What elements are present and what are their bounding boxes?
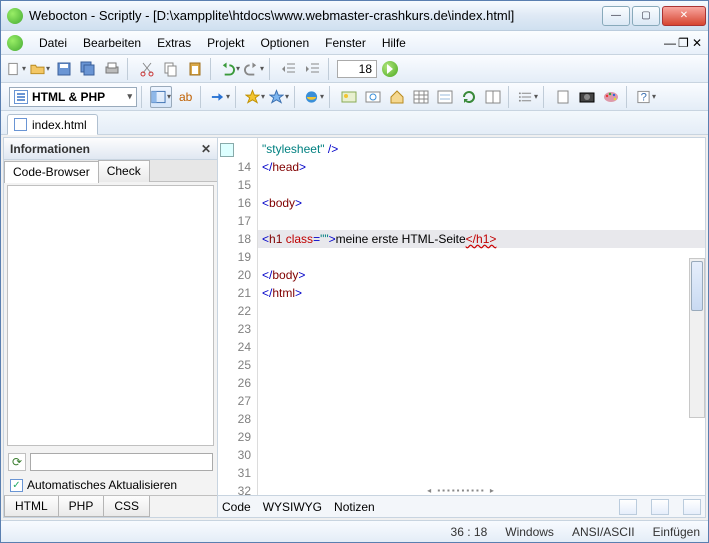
- paste-button[interactable]: [184, 58, 206, 80]
- side-tabs: Code-Browser Check: [4, 160, 217, 182]
- language-selector[interactable]: HTML & PHP ▾: [9, 87, 137, 107]
- minimize-button[interactable]: —: [602, 6, 630, 26]
- goto-line-input[interactable]: [337, 60, 377, 78]
- tag-list-button[interactable]: ab: [174, 86, 196, 108]
- insert-image-button[interactable]: [338, 86, 360, 108]
- menu-optionen[interactable]: Optionen: [252, 34, 317, 52]
- filter-combo[interactable]: [30, 453, 213, 471]
- status-insert-mode: Einfügen: [653, 525, 700, 539]
- refresh-tree-button[interactable]: ⟳: [8, 453, 26, 471]
- run-button[interactable]: [379, 58, 401, 80]
- bookmark-button[interactable]: [268, 86, 290, 108]
- mdi-restore-button[interactable]: ❐: [674, 36, 688, 50]
- save-all-button[interactable]: [77, 58, 99, 80]
- menu-extras[interactable]: Extras: [149, 34, 199, 52]
- lang-tab-css[interactable]: CSS: [103, 496, 150, 517]
- list-button[interactable]: [517, 86, 539, 108]
- workspace: Informationen ✕ Code-Browser Check ⟳ ✓ A…: [3, 137, 706, 518]
- scrollbar-thumb[interactable]: [691, 261, 703, 311]
- menu-datei[interactable]: Datei: [31, 34, 75, 52]
- browser-preview-arrow[interactable]: [209, 86, 231, 108]
- auto-update-checkbox[interactable]: ✓: [10, 479, 23, 492]
- side-panel-title: Informationen: [10, 142, 90, 156]
- vertical-scrollbar[interactable]: [689, 258, 705, 418]
- panel-toggle-button[interactable]: [150, 86, 172, 108]
- file-tabstrip: index.html: [1, 111, 708, 135]
- home-button[interactable]: [386, 86, 408, 108]
- split-view-1-button[interactable]: [619, 499, 637, 515]
- play-icon: [382, 61, 398, 77]
- close-button[interactable]: ✕: [662, 6, 706, 26]
- editor-pane: 14151617181920212223242526272829303132 "…: [218, 138, 705, 517]
- favorites-button[interactable]: [244, 86, 266, 108]
- screenshot-button[interactable]: [576, 86, 598, 108]
- new-file-button[interactable]: [5, 58, 27, 80]
- insert-link-button[interactable]: [362, 86, 384, 108]
- view-tab-code[interactable]: Code: [222, 500, 251, 514]
- status-cursor-pos: 36 : 18: [451, 525, 488, 539]
- browser-ie-button[interactable]: [303, 86, 325, 108]
- menubar: Datei Bearbeiten Extras Projekt Optionen…: [1, 31, 708, 55]
- status-os: Windows: [505, 525, 554, 539]
- editor-view-tabs: Code WYSIWYG Notizen: [218, 495, 705, 517]
- toolbar-main: [1, 55, 708, 83]
- side-panel: Informationen ✕ Code-Browser Check ⟳ ✓ A…: [4, 138, 218, 517]
- menu-bearbeiten[interactable]: Bearbeiten: [75, 34, 149, 52]
- lang-tab-html[interactable]: HTML: [4, 496, 59, 517]
- status-encoding: ANSI/ASCII: [572, 525, 635, 539]
- toolbar-secondary: HTML & PHP ▾ ab ?: [1, 83, 708, 111]
- copy-button[interactable]: [160, 58, 182, 80]
- outdent-button[interactable]: [278, 58, 300, 80]
- code-browser-tree[interactable]: [7, 185, 214, 446]
- language-tabs: HTML PHP CSS: [4, 495, 217, 517]
- svg-text:ab: ab: [179, 90, 193, 104]
- language-selector-label: HTML & PHP: [32, 90, 105, 104]
- frames-button[interactable]: [482, 86, 504, 108]
- titlebar: Webocton - Scriptly - [D:\xampplite\htdo…: [1, 1, 708, 31]
- refresh-button[interactable]: [458, 86, 480, 108]
- maximize-button[interactable]: ▢: [632, 6, 660, 26]
- form-button[interactable]: [434, 86, 456, 108]
- code-area[interactable]: 14151617181920212223242526272829303132 "…: [218, 138, 705, 495]
- side-panel-close-button[interactable]: ✕: [201, 142, 211, 156]
- split-view-3-button[interactable]: [683, 499, 701, 515]
- print-button[interactable]: [101, 58, 123, 80]
- save-button[interactable]: [53, 58, 75, 80]
- menu-hilfe[interactable]: Hilfe: [374, 34, 414, 52]
- window-title: Webocton - Scriptly - [D:\xampplite\htdo…: [29, 8, 602, 23]
- view-tab-wysiwyg[interactable]: WYSIWYG: [263, 500, 322, 514]
- auto-update-label: Automatisches Aktualisieren: [27, 478, 177, 492]
- horizontal-scroll-hint: ◂ ▪▪▪▪▪▪▪▪▪▪ ▸: [427, 486, 496, 495]
- split-view-2-button[interactable]: [651, 499, 669, 515]
- side-panel-header: Informationen ✕: [4, 138, 217, 160]
- statusbar: 36 : 18 Windows ANSI/ASCII Einfügen: [1, 520, 708, 542]
- menu-projekt[interactable]: Projekt: [199, 34, 252, 52]
- file-tab-label: index.html: [32, 118, 87, 132]
- cut-button[interactable]: [136, 58, 158, 80]
- new-doc-button[interactable]: [552, 86, 574, 108]
- menu-fenster[interactable]: Fenster: [317, 34, 374, 52]
- view-tab-notizen[interactable]: Notizen: [334, 500, 375, 514]
- redo-button[interactable]: [243, 58, 265, 80]
- app-logo-icon: [7, 35, 23, 51]
- open-file-button[interactable]: [29, 58, 51, 80]
- help-button[interactable]: ?: [635, 86, 657, 108]
- mdi-close-button[interactable]: ✕: [688, 36, 702, 50]
- side-tab-check[interactable]: Check: [98, 160, 150, 182]
- svg-text:?: ?: [641, 91, 647, 103]
- undo-button[interactable]: [219, 58, 241, 80]
- color-picker-button[interactable]: [600, 86, 622, 108]
- document-icon: [14, 118, 27, 131]
- table-button[interactable]: [410, 86, 432, 108]
- line-gutter: 14151617181920212223242526272829303132: [218, 138, 258, 495]
- mdi-minimize-button[interactable]: —: [660, 36, 674, 50]
- code-body[interactable]: "stylesheet" /></head><body><h1 class=""…: [258, 138, 705, 495]
- file-tab-index[interactable]: index.html: [7, 114, 98, 135]
- document-icon: [14, 90, 28, 104]
- app-icon: [7, 8, 23, 24]
- lang-tab-php[interactable]: PHP: [58, 496, 105, 517]
- app-window: Webocton - Scriptly - [D:\xampplite\htdo…: [0, 0, 709, 543]
- indent-button[interactable]: [302, 58, 324, 80]
- side-tab-code-browser[interactable]: Code-Browser: [4, 161, 99, 183]
